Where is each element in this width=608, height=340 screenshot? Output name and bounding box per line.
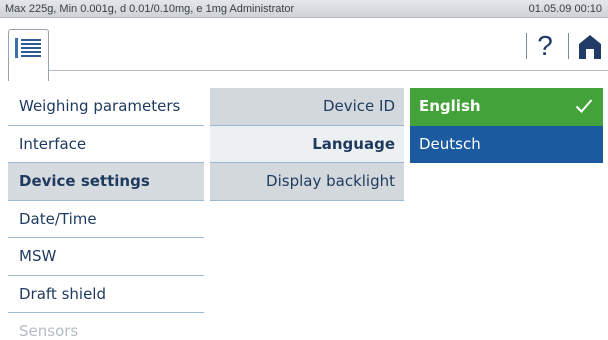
- list-document-icon: [15, 38, 41, 58]
- category-interface[interactable]: Interface: [8, 126, 204, 163]
- menu-tab[interactable]: [8, 29, 49, 81]
- option-deutsch[interactable]: Deutsch: [410, 125, 603, 163]
- tab-divider: [49, 70, 608, 71]
- setting-device-id[interactable]: Device ID: [210, 88, 404, 126]
- help-button[interactable]: ?: [530, 30, 560, 62]
- toolbar-separator: [526, 33, 527, 59]
- category-list: Weighing parameters Interface Device set…: [8, 88, 204, 340]
- home-icon[interactable]: [578, 34, 602, 60]
- option-english[interactable]: English: [410, 88, 603, 126]
- language-options: English Deutsch: [410, 88, 603, 163]
- category-device-settings[interactable]: Device settings: [8, 163, 204, 201]
- option-english-label: English: [419, 97, 481, 115]
- toolbar-separator: [568, 33, 569, 59]
- setting-language[interactable]: Language: [210, 125, 404, 163]
- status-bar: Max 225g, Min 0.001g, d 0.01/0.10mg, e 1…: [0, 0, 608, 18]
- category-msw[interactable]: MSW: [8, 238, 204, 276]
- date-time: 01.05.09 00:10: [528, 3, 602, 15]
- category-sensors[interactable]: Sensors: [8, 313, 204, 340]
- balance-info: Max 225g, Min 0.001g, d 0.01/0.10mg, e 1…: [5, 3, 295, 15]
- toolbar: ?: [0, 19, 608, 81]
- setting-display-backlight[interactable]: Display backlight: [210, 163, 404, 201]
- category-draft-shield[interactable]: Draft shield: [8, 276, 204, 313]
- category-date-time[interactable]: Date/Time: [8, 201, 204, 238]
- settings-list: Device ID Language Display backlight: [210, 88, 404, 201]
- checkmark-icon: [575, 99, 593, 113]
- category-weighing-parameters[interactable]: Weighing parameters: [8, 88, 204, 126]
